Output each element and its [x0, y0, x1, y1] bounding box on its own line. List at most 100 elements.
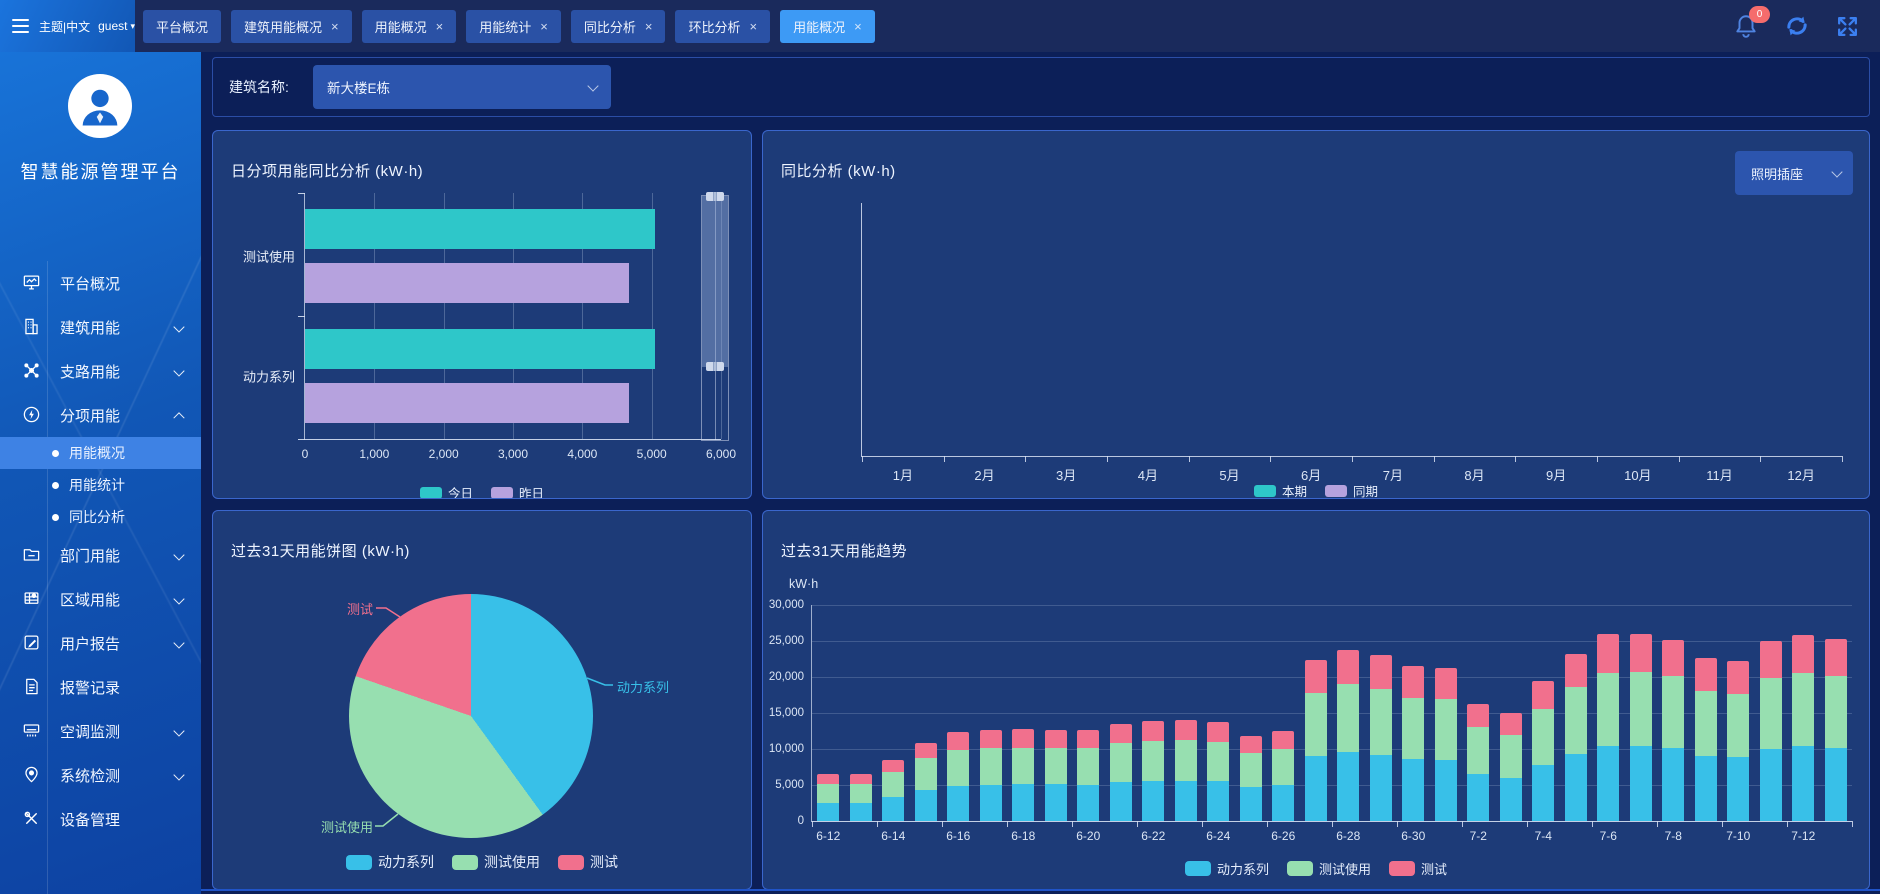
notifications-bell-icon[interactable]: 0: [1733, 13, 1759, 39]
stacked-bar-6-22[interactable]: [1142, 721, 1164, 821]
stacked-bar-7-8[interactable]: [1662, 640, 1684, 821]
stacked-bar-7-9[interactable]: [1695, 658, 1717, 821]
tab-用能概况[interactable]: 用能概况 ×: [362, 10, 457, 43]
x-axis-tick-label: 7-12: [1791, 829, 1815, 843]
legend-item-本期[interactable]: 本期: [1254, 481, 1307, 499]
tab-close-icon[interactable]: ×: [854, 20, 862, 33]
refresh-icon[interactable]: [1783, 12, 1811, 40]
sidebar-item-平台概况[interactable]: 平台概况: [0, 261, 201, 305]
stacked-bar-7-10[interactable]: [1727, 661, 1749, 821]
stacked-bar-6-14[interactable]: [882, 760, 904, 821]
bar-今日-测试使用[interactable]: [305, 209, 655, 249]
bar-昨日-测试使用[interactable]: [305, 263, 629, 303]
stacked-bar-6-28[interactable]: [1337, 650, 1359, 821]
x-axis-tick: [1657, 821, 1658, 827]
stacked-bar-6-27[interactable]: [1305, 660, 1327, 821]
stacked-bar-6-20[interactable]: [1077, 730, 1099, 821]
tab-平台概况[interactable]: 平台概况: [143, 10, 221, 43]
sidebar-item-建筑用能[interactable]: 建筑用能: [0, 305, 201, 349]
stacked-bar-6-16[interactable]: [947, 732, 969, 821]
tab-用能统计[interactable]: 用能统计×: [466, 10, 561, 43]
sidebar-item-空调监测[interactable]: 空调监测: [0, 709, 201, 753]
legend-item-测试[interactable]: 测试: [1389, 859, 1447, 878]
stacked-bar-6-19[interactable]: [1045, 730, 1067, 821]
stacked-bar-6-12[interactable]: [817, 774, 839, 821]
stacked-bar-6-15[interactable]: [915, 743, 937, 821]
stacked-bar-7-7[interactable]: [1630, 634, 1652, 821]
sidebar-item-系统检测[interactable]: 系统检测: [0, 753, 201, 797]
legend-item-动力系列[interactable]: 动力系列: [346, 852, 434, 872]
stacked-bar-6-24[interactable]: [1207, 722, 1229, 821]
fullscreen-icon[interactable]: [1835, 14, 1860, 39]
stacked-bar-7-1[interactable]: [1435, 668, 1457, 821]
theme-language-switch[interactable]: 主题|中文: [39, 18, 90, 35]
sidebar-subitem-用能概况[interactable]: 用能概况: [0, 437, 201, 469]
tab-建筑用能概况[interactable]: 建筑用能概况×: [231, 10, 352, 43]
datazoom-handle-bottom[interactable]: [706, 362, 724, 371]
hamburger-menu-icon[interactable]: [12, 19, 29, 33]
segment-动力系列: [1142, 781, 1164, 821]
bar-今日-动力系列[interactable]: [305, 329, 655, 369]
segment-测试: [1370, 655, 1392, 689]
stacked-bar-6-23[interactable]: [1175, 720, 1197, 821]
tab-close-icon[interactable]: ×: [540, 20, 548, 33]
x-axis-tick: [1592, 821, 1593, 827]
stacked-bar-6-18[interactable]: [1012, 729, 1034, 821]
datazoom-selected-range[interactable]: [702, 196, 728, 367]
sidebar-item-部门用能[interactable]: 部门用能: [0, 533, 201, 577]
sidebar-item-用户报告[interactable]: 用户报告: [0, 621, 201, 665]
tab-同比分析[interactable]: 同比分析×: [571, 10, 666, 43]
sidebar-item-报警记录[interactable]: 报警记录: [0, 665, 201, 709]
stacked-bar-7-4[interactable]: [1532, 681, 1554, 821]
category-select[interactable]: 照明插座: [1735, 151, 1853, 195]
legend-item-测试使用[interactable]: 测试使用: [452, 852, 540, 872]
x-axis-tick: [1527, 821, 1528, 827]
stacked-bar-6-25[interactable]: [1240, 736, 1262, 821]
building-select[interactable]: 新大楼E栋: [313, 65, 611, 109]
chevron-down-icon: [173, 769, 184, 780]
segment-测试使用: [1272, 749, 1294, 785]
sidebar-item-分项用能[interactable]: 分项用能: [0, 393, 201, 437]
user-menu[interactable]: guest ▾: [98, 19, 135, 33]
tab-close-icon[interactable]: ×: [749, 20, 757, 33]
stacked-bar-7-12[interactable]: [1792, 635, 1814, 821]
avatar[interactable]: [68, 74, 132, 138]
tab-label: 用能概况: [375, 17, 427, 36]
stacked-bar-6-17[interactable]: [980, 730, 1002, 821]
stacked-bar-6-13[interactable]: [850, 774, 872, 821]
panel-title: 过去31天用能饼图 (kW·h): [231, 540, 410, 561]
sidebar-item-设备管理[interactable]: 设备管理: [0, 797, 201, 841]
legend-item-动力系列[interactable]: 动力系列: [1185, 859, 1269, 878]
sidebar-subitem-同比分析[interactable]: 同比分析: [0, 501, 201, 533]
sidebar-item-区域用能[interactable]: 区域用能: [0, 577, 201, 621]
sidebar-subitem-用能统计[interactable]: 用能统计: [0, 469, 201, 501]
stacked-bar-7-5[interactable]: [1565, 654, 1587, 821]
stacked-bar-6-30[interactable]: [1402, 666, 1424, 821]
tab-用能概况[interactable]: 用能概况×: [780, 10, 875, 43]
stacked-bar-7-13[interactable]: [1825, 639, 1847, 821]
x-axis-tick-label: 6-26: [1271, 829, 1295, 843]
folder-icon: [22, 545, 42, 565]
stacked-bar-7-3[interactable]: [1500, 713, 1522, 821]
stacked-bar-7-11[interactable]: [1760, 641, 1782, 821]
tab-close-icon[interactable]: ×: [645, 20, 653, 33]
legend-item-测试使用[interactable]: 测试使用: [1287, 859, 1371, 878]
stacked-bar-6-21[interactable]: [1110, 724, 1132, 821]
legend-item-今日[interactable]: 今日: [420, 483, 473, 499]
stacked-bar-6-26[interactable]: [1272, 731, 1294, 821]
tab-环比分析[interactable]: 环比分析×: [675, 10, 770, 43]
tab-close-icon[interactable]: ×: [331, 20, 339, 33]
stacked-bar-7-6[interactable]: [1597, 634, 1619, 821]
legend-item-测试[interactable]: 测试: [558, 852, 618, 872]
tab-close-icon[interactable]: ×: [436, 20, 444, 33]
datazoom-slider[interactable]: [701, 195, 729, 441]
sidebar-item-支路用能[interactable]: 支路用能: [0, 349, 201, 393]
datazoom-handle-top[interactable]: [706, 192, 724, 201]
pie-chart[interactable]: [349, 594, 593, 838]
bar-昨日-动力系列[interactable]: [305, 383, 629, 423]
stacked-bar-7-2[interactable]: [1467, 704, 1489, 821]
legend-item-同期[interactable]: 同期: [1325, 481, 1378, 499]
legend-item-昨日[interactable]: 昨日: [491, 483, 544, 499]
legend-swatch: [346, 855, 372, 870]
stacked-bar-6-29[interactable]: [1370, 655, 1392, 821]
